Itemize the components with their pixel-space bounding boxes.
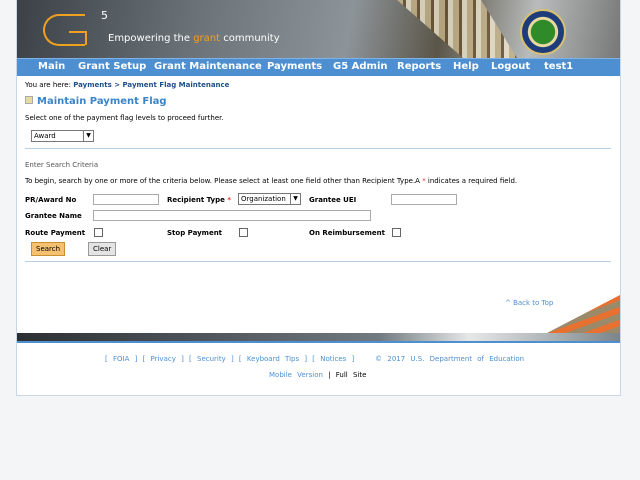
pr-award-label: PR/Award No: [25, 196, 77, 204]
stop-payment-checkbox[interactable]: [239, 228, 248, 237]
breadcrumb: You are here: Payments > Payment Flag Ma…: [25, 81, 229, 89]
nav-payments[interactable]: Payments: [267, 61, 322, 72]
full-site-label: Full Site: [335, 371, 367, 379]
recipient-type-value: Organization: [241, 195, 286, 203]
pr-award-input[interactable]: [93, 194, 159, 205]
separator: |: [328, 371, 331, 379]
divider: [25, 261, 611, 262]
level-select-value: Award: [34, 132, 56, 140]
recipient-type-select[interactable]: Organization ▼: [238, 193, 301, 205]
breadcrumb-prefix: You are here:: [25, 81, 74, 89]
instructions-text: To begin, search by one or more of the c…: [25, 177, 423, 185]
instructions-text-end: indicates a required field.: [425, 177, 518, 185]
search-instructions: To begin, search by one or more of the c…: [25, 177, 517, 185]
grantee-name-input[interactable]: [93, 210, 371, 221]
clear-button[interactable]: Clear: [88, 242, 117, 256]
search-heading: Enter Search Criteria: [25, 161, 99, 169]
on-reimbursement-checkbox[interactable]: [392, 228, 401, 237]
back-to-top-link[interactable]: ^ Back to Top: [505, 299, 553, 307]
nav-help[interactable]: Help: [453, 61, 479, 72]
footer-keyboard-tips-link[interactable]: Keyboard Tips: [247, 355, 299, 363]
main-nav: Main Grant Setup Grant Maintenance Payme…: [17, 58, 620, 76]
ed-seal-logo: [520, 9, 566, 55]
mobile-version-link[interactable]: Mobile Version: [269, 371, 323, 379]
logo-five: 5: [101, 9, 108, 22]
footer-notices-link[interactable]: Notices: [320, 355, 346, 363]
grantee-uei-input[interactable]: [391, 194, 457, 205]
required-mark: *: [227, 196, 231, 204]
footer-copyright: © 2017 U.S. Department of Education: [375, 355, 525, 363]
classroom-image: [547, 295, 620, 333]
level-prompt: Select one of the payment flag levels to…: [25, 114, 224, 122]
nav-logout[interactable]: Logout: [491, 61, 530, 72]
grantee-name-label: Grantee Name: [25, 212, 82, 220]
level-select[interactable]: Award ▼: [31, 130, 94, 142]
chevron-down-icon: ▼: [290, 194, 300, 204]
footer-foia-link[interactable]: FOIA: [113, 355, 129, 363]
nav-reports[interactable]: Reports: [397, 61, 441, 72]
grantee-uei-label: Grantee UEI: [309, 196, 357, 204]
page-container: 5 Empowering the grant community Main Gr…: [16, 0, 621, 396]
footer-security-link[interactable]: Security: [197, 355, 226, 363]
breadcrumb-link[interactable]: Payments > Payment Flag Maintenance: [73, 81, 229, 89]
g5-logo-part: [69, 31, 87, 45]
route-payment-label: Route Payment: [25, 229, 86, 237]
tagline-accent: grant: [193, 33, 221, 44]
tagline-pre: Empowering the: [108, 33, 194, 44]
recipient-type-label: Recipient Type *: [167, 196, 231, 204]
header-banner: 5 Empowering the grant community: [17, 0, 620, 58]
tagline-post: community: [220, 33, 280, 44]
divider: [25, 148, 611, 149]
chevron-down-icon: ▼: [83, 131, 93, 141]
tagline: Empowering the grant community: [108, 33, 280, 44]
footer-privacy-link[interactable]: Privacy: [151, 355, 176, 363]
nav-grant-maintenance[interactable]: Grant Maintenance: [154, 61, 262, 72]
search-button[interactable]: Search: [31, 242, 66, 256]
nav-grant-setup[interactable]: Grant Setup: [78, 61, 146, 72]
page-title-row: Maintain Payment Flag: [25, 96, 167, 107]
library-image: [397, 0, 517, 58]
page-icon: [25, 96, 33, 104]
nav-g5-admin[interactable]: G5 Admin: [333, 61, 388, 72]
stop-payment-label: Stop Payment: [167, 229, 223, 237]
nav-main[interactable]: Main: [38, 61, 65, 72]
route-payment-checkbox[interactable]: [94, 228, 103, 237]
on-reimbursement-label: On Reimbursement: [309, 229, 385, 237]
footer-links: [ FOIA ] [ Privacy ] [ Security ] [ Keyb…: [105, 355, 525, 363]
recipient-type-text: Recipient Type: [167, 196, 225, 204]
page-title: Maintain Payment Flag: [37, 96, 167, 107]
footer-version: Mobile Version | Full Site: [269, 371, 366, 379]
footer-band: [17, 333, 620, 343]
nav-user[interactable]: test1: [544, 61, 573, 72]
